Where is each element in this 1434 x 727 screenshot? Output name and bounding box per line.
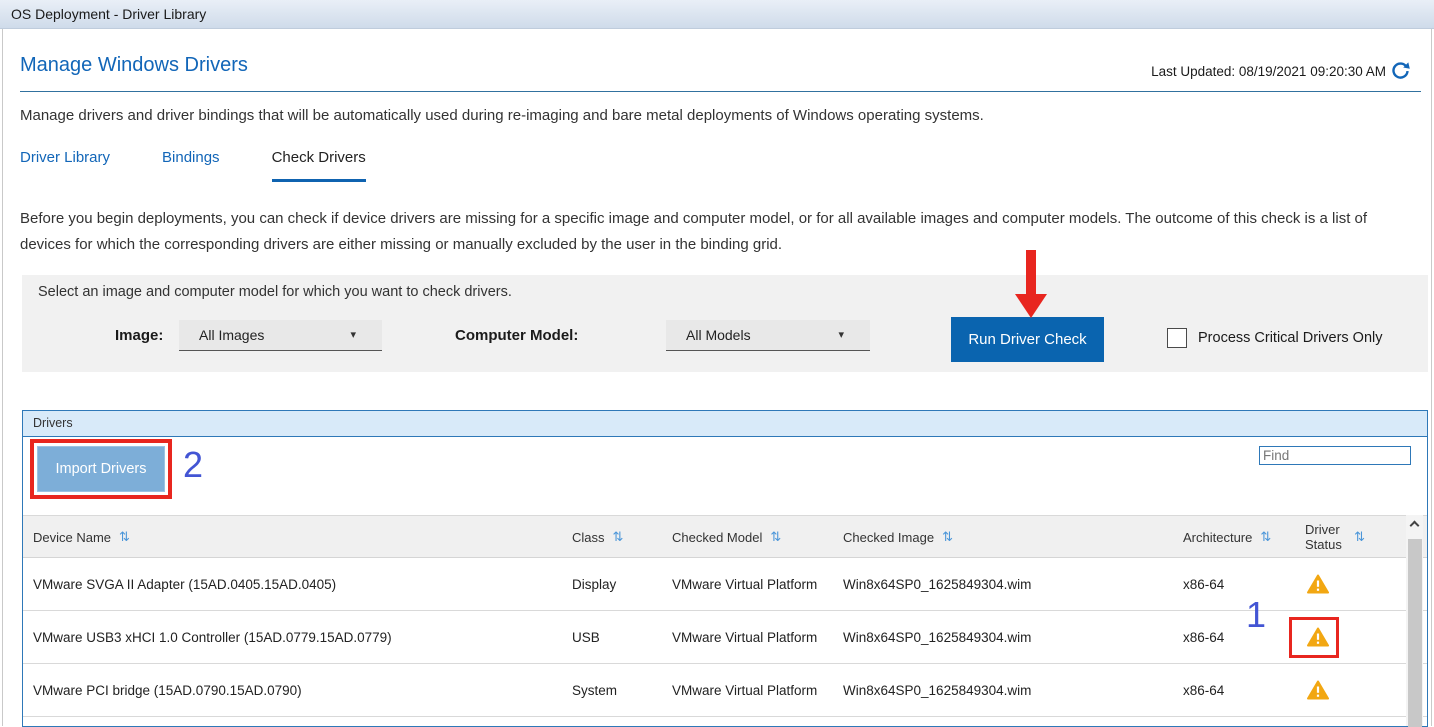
sort-icon[interactable]: ⇅ <box>942 529 953 545</box>
tab-driver-library[interactable]: Driver Library <box>20 149 110 182</box>
column-header-class: Class ⇅ <box>572 529 624 545</box>
table-row[interactable]: VMware USB3 xHCI 1.0 Controller (15AD.07… <box>23 611 1427 664</box>
annotation-arrow-tail <box>1026 250 1036 295</box>
table-header-row: Device Name ⇅ Class ⇅ Checked Model ⇅ Ch… <box>23 515 1427 558</box>
annotation-arrow-head <box>1015 294 1047 318</box>
scrollbar-thumb[interactable] <box>1408 539 1422 727</box>
table-scrollbar[interactable] <box>1406 515 1423 727</box>
process-critical-drivers-checkbox[interactable] <box>1167 328 1187 348</box>
find-input[interactable] <box>1259 446 1411 465</box>
scroll-up-button[interactable] <box>1406 515 1423 535</box>
tab-check-drivers[interactable]: Check Drivers <box>271 149 366 182</box>
sort-icon[interactable]: ⇅ <box>613 529 624 545</box>
computer-model-select[interactable]: All Models ▾ <box>666 320 870 351</box>
header-divider <box>20 91 1421 92</box>
check-drivers-form-panel: Select an image and computer model for w… <box>22 275 1428 372</box>
page-right-border <box>1431 29 1432 726</box>
column-header-device-name: Device Name ⇅ <box>33 529 130 545</box>
table-row[interactable]: VMware SVGA II Adapter (15AD.0405.15AD.0… <box>23 558 1427 611</box>
tab-bar: Driver Library Bindings Check Drivers <box>20 149 418 182</box>
chevron-up-icon <box>1409 520 1420 531</box>
process-critical-drivers-label: Process Critical Drivers Only <box>1198 330 1383 346</box>
image-select[interactable]: All Images ▾ <box>179 320 382 351</box>
computer-model-label: Computer Model: <box>455 327 579 344</box>
page-title: Manage Windows Drivers <box>20 54 248 76</box>
column-header-driver-status: Driver Status ⇅ <box>1305 522 1365 552</box>
drivers-panel-title: Drivers <box>23 411 1427 437</box>
sort-icon[interactable]: ⇅ <box>119 529 130 545</box>
table-body: VMware SVGA II Adapter (15AD.0405.15AD.0… <box>23 558 1427 726</box>
tab-bindings[interactable]: Bindings <box>162 149 220 182</box>
caret-down-icon: ▾ <box>350 329 356 341</box>
import-drivers-button[interactable]: Import Drivers <box>37 446 165 492</box>
refresh-icon[interactable] <box>1391 61 1410 80</box>
sort-icon[interactable]: ⇅ <box>770 529 781 545</box>
annotation-number-1: 1 <box>1246 594 1267 635</box>
table-row[interactable]: VMware PCI bridge (15AD.0790.15AD.0790) … <box>23 664 1427 717</box>
annotation-number-2: 2 <box>183 444 204 485</box>
annotation-box-step2: Import Drivers <box>30 439 172 499</box>
column-header-architecture: Architecture ⇅ <box>1183 529 1272 545</box>
os-deployment-window: OS Deployment - Driver Library Manage Wi… <box>0 0 1434 727</box>
drivers-panel: Drivers Import Drivers 2 Device Name ⇅ C… <box>22 410 1428 727</box>
annotation-box-step1 <box>1289 617 1339 658</box>
run-driver-check-button[interactable]: Run Driver Check <box>951 317 1104 362</box>
warning-icon <box>1307 558 1329 610</box>
image-select-value: All Images <box>199 327 265 343</box>
column-header-checked-image: Checked Image ⇅ <box>843 529 953 545</box>
form-instruction: Select an image and computer model for w… <box>38 284 512 300</box>
check-drivers-description: Before you begin deployments, you can ch… <box>20 210 1368 253</box>
computer-model-select-value: All Models <box>686 327 751 343</box>
last-updated-text: Last Updated: 08/19/2021 09:20:30 AM <box>1151 64 1386 79</box>
intro-text: Manage drivers and driver bindings that … <box>20 107 984 124</box>
window-title: OS Deployment - Driver Library <box>0 0 1434 29</box>
sort-icon[interactable]: ⇅ <box>1354 529 1365 545</box>
page-left-border <box>2 29 3 726</box>
warning-icon <box>1307 664 1329 716</box>
image-label: Image: <box>115 327 164 344</box>
column-header-checked-model: Checked Model ⇅ <box>672 529 782 545</box>
caret-down-icon: ▾ <box>838 329 844 341</box>
sort-icon[interactable]: ⇅ <box>1260 529 1271 545</box>
